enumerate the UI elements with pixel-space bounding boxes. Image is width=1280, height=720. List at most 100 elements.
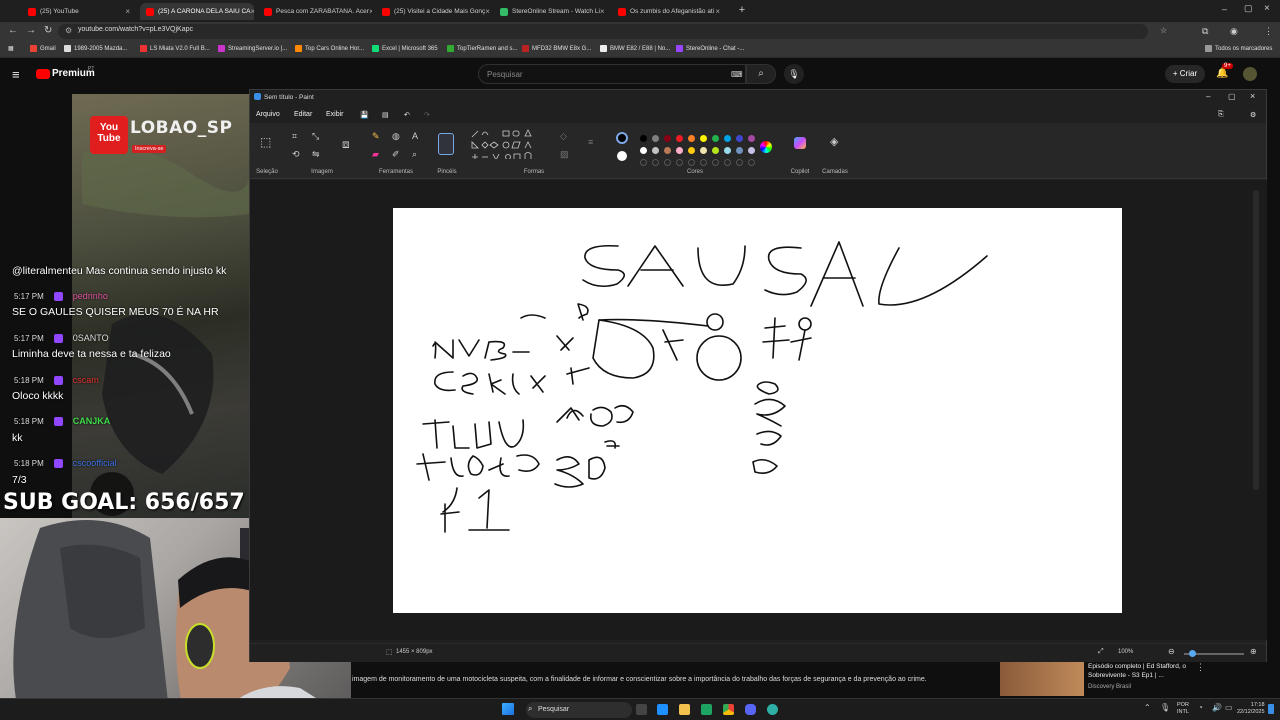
shape-outline-icon[interactable]: ◇ <box>560 131 567 142</box>
menu-exibir[interactable]: Exibir <box>326 111 344 118</box>
shapes-gallery[interactable] <box>470 129 546 159</box>
new-tab-button[interactable]: + <box>736 5 748 17</box>
edge-browser-icon[interactable] <box>657 704 668 715</box>
close-window-icon[interactable]: × <box>1264 3 1270 14</box>
vertical-scrollbar[interactable] <box>1253 190 1259 490</box>
palette-color-swatch[interactable] <box>748 147 755 154</box>
custom-color-slot[interactable] <box>676 159 683 166</box>
custom-color-slot[interactable] <box>724 159 731 166</box>
minimize-icon[interactable]: – <box>1206 92 1210 101</box>
close-tab-icon[interactable]: × <box>600 7 605 16</box>
browser-tab[interactable]: StereOnline Stream - Watch Li × <box>494 3 608 20</box>
battery-icon[interactable]: ▭ <box>1225 703 1233 712</box>
bookmark-item[interactable]: Gmail <box>30 45 56 52</box>
palette-color-swatch[interactable] <box>640 135 647 142</box>
store-app-icon[interactable] <box>701 704 712 715</box>
windows-start-icon[interactable] <box>502 703 514 715</box>
palette-color-swatch[interactable] <box>676 135 683 142</box>
settings-gear-icon[interactable]: ⚙ <box>1250 111 1256 119</box>
menu-editar[interactable]: Editar <box>294 111 312 118</box>
menu-dots-icon[interactable]: ⋮ <box>1264 26 1273 37</box>
palette-color-swatch[interactable] <box>736 147 743 154</box>
profile-icon[interactable]: ◉ <box>1230 26 1238 37</box>
notifications-bell-icon[interactable]: 🔔 <box>1216 68 1228 79</box>
drawing-canvas[interactable] <box>393 208 1122 613</box>
microphone-tray-icon[interactable]: 🎙 <box>1160 703 1170 712</box>
discord-icon[interactable] <box>745 704 756 715</box>
create-button[interactable]: + Criar <box>1165 65 1205 83</box>
system-tray-chevron-icon[interactable]: ⌃ <box>1144 703 1151 712</box>
volume-icon[interactable]: 🔊 <box>1212 703 1222 712</box>
bookmark-item[interactable]: TopTierRamen and s... <box>447 45 517 52</box>
eraser-icon[interactable]: ▰ <box>372 149 379 160</box>
bookmark-item[interactable]: BMW E82 / E88 | No... <box>600 45 670 52</box>
copilot-icon[interactable] <box>794 137 806 149</box>
redo-icon[interactable]: ↷ <box>424 111 430 119</box>
recommended-video-thumbnail[interactable] <box>1000 662 1084 696</box>
menu-arquivo[interactable]: Arquivo <box>256 111 280 118</box>
bookmark-item[interactable]: 1989-2005 Mazda... <box>64 45 127 52</box>
browser-tab[interactable]: (25) YouTube × <box>22 3 136 20</box>
close-tab-icon[interactable]: × <box>369 7 372 16</box>
palette-color-swatch[interactable] <box>724 147 731 154</box>
palette-color-swatch[interactable] <box>652 147 659 154</box>
voice-search-button[interactable]: 🎙 <box>784 64 804 84</box>
palette-color-swatch[interactable] <box>664 147 671 154</box>
brushes-button[interactable] <box>438 133 454 155</box>
close-tab-icon[interactable]: × <box>125 7 130 16</box>
text-tool-icon[interactable]: A <box>412 131 418 141</box>
all-bookmarks-folder[interactable]: Todos os marcadores <box>1205 45 1272 52</box>
browser-tab[interactable]: Os zumbis do Afeganistão ati × <box>612 3 726 20</box>
minimize-window-icon[interactable]: – <box>1222 4 1227 14</box>
primary-color-swatch[interactable] <box>616 132 628 144</box>
open-icon[interactable]: ▤ <box>382 111 389 119</box>
keyboard-icon[interactable]: ⌨ <box>731 70 743 79</box>
youtube-logo-icon[interactable] <box>36 69 50 79</box>
bookmark-item[interactable]: StreamingServer.io |... <box>218 45 287 52</box>
zoom-in-icon[interactable]: ⊕ <box>1250 647 1257 656</box>
recommended-video-channel[interactable]: Discovery Brasil <box>1088 684 1131 690</box>
bookmark-item[interactable]: LS Miata V2.0 Full B... <box>140 45 210 52</box>
line-size-icon[interactable]: ≡ <box>588 137 593 147</box>
wifi-icon[interactable]: ◔ <box>1198 703 1203 712</box>
custom-color-slot[interactable] <box>640 159 647 166</box>
custom-color-slot[interactable] <box>652 159 659 166</box>
close-tab-icon[interactable]: × <box>250 7 254 16</box>
maximize-icon[interactable]: ▢ <box>1228 92 1236 101</box>
fit-to-window-icon[interactable]: ⤢ <box>1098 648 1104 656</box>
zoom-out-icon[interactable]: ⊖ <box>1168 647 1175 656</box>
palette-color-swatch[interactable] <box>736 135 743 142</box>
palette-color-swatch[interactable] <box>640 147 647 154</box>
palette-color-swatch[interactable] <box>664 135 671 142</box>
zoom-level[interactable]: 100% <box>1118 649 1133 655</box>
custom-color-slot[interactable] <box>748 159 755 166</box>
rotate-icon[interactable]: ⟲ <box>292 149 300 160</box>
app-icon[interactable] <box>767 704 778 715</box>
resize-icon[interactable]: ⤡ <box>312 131 319 142</box>
bookmark-item[interactable]: MFD32 BMW E8x G... <box>522 45 591 52</box>
recommended-video-title[interactable]: Episódio completo | Ed Stafford, o Sobre… <box>1088 662 1208 680</box>
share-icon[interactable]: ⎘ <box>1218 111 1224 119</box>
taskbar-clock[interactable]: 17:18 22/12/2025 <box>1237 702 1265 716</box>
save-icon[interactable]: 💾 <box>360 111 369 119</box>
custom-color-slot[interactable] <box>712 159 719 166</box>
pencil-icon[interactable]: ✎ <box>372 131 380 142</box>
file-explorer-icon[interactable] <box>679 704 690 715</box>
reload-icon[interactable]: ↻ <box>44 25 52 36</box>
search-button[interactable]: ⌕ <box>746 64 776 84</box>
input-language[interactable]: POR INTL <box>1177 702 1189 716</box>
zoom-slider-knob[interactable] <box>1189 650 1196 657</box>
bookmark-star-icon[interactable]: ☆ <box>1160 26 1167 35</box>
crop-icon[interactable]: ⌗ <box>292 131 297 142</box>
task-view-icon[interactable] <box>636 704 647 715</box>
search-input[interactable]: Pesquisar ⌨ <box>478 64 746 84</box>
palette-color-swatch[interactable] <box>652 135 659 142</box>
forward-icon[interactable]: → <box>26 25 36 36</box>
maximize-window-icon[interactable]: ▢ <box>1244 3 1253 14</box>
shape-fill-icon[interactable]: ▨ <box>560 149 569 160</box>
browser-tab-active[interactable]: (25) A CARONA DELA SAIU CA × <box>140 3 254 20</box>
bookmark-item[interactable]: Excel | Microsoft 365 <box>372 45 438 52</box>
palette-color-swatch[interactable] <box>724 135 731 142</box>
palette-color-swatch[interactable] <box>688 135 695 142</box>
taskbar-search[interactable]: ⌕ Pesquisar <box>526 702 632 718</box>
